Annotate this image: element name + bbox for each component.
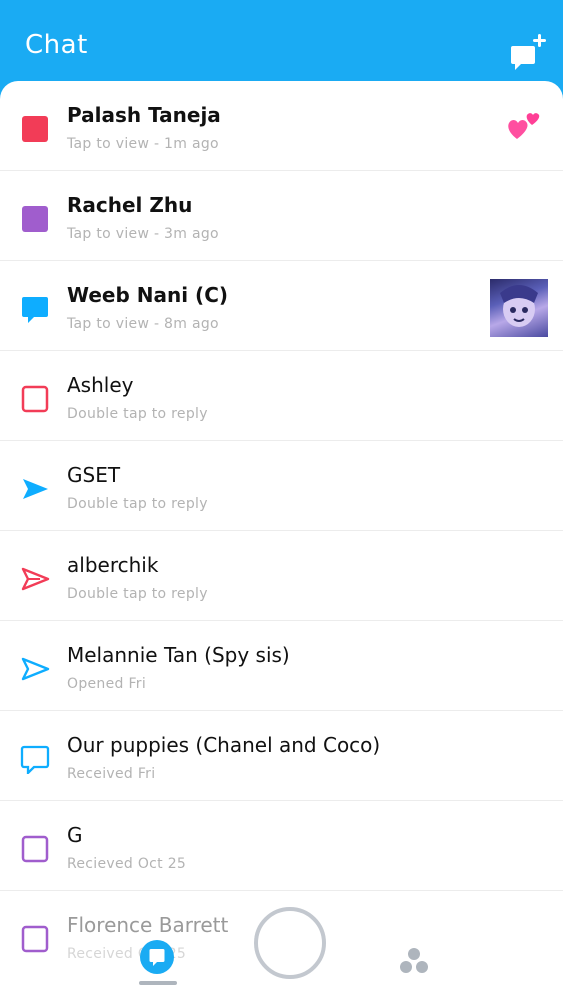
chat-status: Received Fri: [67, 766, 156, 782]
chat-row[interactable]: Our puppies (Chanel and Coco) Received F…: [0, 711, 563, 801]
chat-status: Recieved Oct 25: [67, 856, 187, 872]
page-title: Chat: [25, 30, 88, 60]
unopened-snap-purple-icon: [22, 206, 48, 232]
discover-icon[interactable]: [398, 946, 430, 976]
chat-status: Tap to view - 8m ago: [67, 316, 219, 332]
chat-name: alberchik: [67, 553, 159, 577]
chat-status: Double tap to reply: [67, 496, 208, 512]
unopened-snap-red-icon: [22, 116, 48, 142]
received-chat-blue-icon: [20, 745, 50, 774]
chat-status: Double tap to reply: [67, 406, 208, 422]
chat-icon[interactable]: [140, 940, 174, 974]
chat-name: Our puppies (Chanel and Coco): [67, 733, 381, 757]
two-hearts-emoji-icon: [508, 113, 540, 139]
chat-row[interactable]: G Recieved Oct 25: [0, 801, 563, 891]
chat-row[interactable]: Melannie Tan (Spy sis) Opened Fri: [0, 621, 563, 711]
chat-name: G: [67, 823, 83, 847]
chat-status: Tap to view - 1m ago: [67, 136, 219, 152]
opened-snap-red-arrow-icon: [21, 567, 50, 591]
received-snap-purple-icon: [21, 835, 49, 863]
bottom-nav: [0, 900, 563, 1001]
chat-list: Palash Taneja Tap to view - 1m ago Rache…: [0, 81, 563, 1001]
chat-name: Rachel Zhu: [67, 193, 193, 217]
chat-status: Tap to view - 3m ago: [67, 226, 219, 242]
chat-name: Ashley: [67, 373, 134, 397]
chat-name: GSET: [67, 463, 121, 487]
opened-sent-blue-icon: [21, 657, 50, 681]
snap-thumbnail[interactable]: [490, 279, 548, 337]
chat-name: Weeb Nani (C): [67, 283, 229, 307]
chat-row[interactable]: alberchik Double tap to reply: [0, 531, 563, 621]
chat-name: Melannie Tan (Spy sis): [67, 643, 290, 667]
header: Chat: [0, 0, 563, 90]
chat-name: Palash Taneja: [67, 103, 221, 127]
chat-row[interactable]: Rachel Zhu Tap to view - 3m ago: [0, 171, 563, 261]
sent-chat-blue-icon: [23, 479, 48, 499]
camera-capture-icon[interactable]: [254, 907, 326, 979]
new-chat-icon[interactable]: [508, 32, 550, 74]
chat-row[interactable]: Palash Taneja Tap to view - 1m ago: [0, 81, 563, 171]
opened-snap-red-icon: [21, 385, 49, 413]
unopened-chat-blue-icon: [22, 297, 48, 323]
active-tab-indicator: [139, 981, 177, 985]
chat-row[interactable]: Weeb Nani (C) Tap to view - 8m ago: [0, 261, 563, 351]
chat-status: Opened Fri: [67, 676, 147, 692]
chat-status: Double tap to reply: [67, 586, 208, 602]
chat-row[interactable]: Ashley Double tap to reply: [0, 351, 563, 441]
chat-row[interactable]: GSET Double tap to reply: [0, 441, 563, 531]
